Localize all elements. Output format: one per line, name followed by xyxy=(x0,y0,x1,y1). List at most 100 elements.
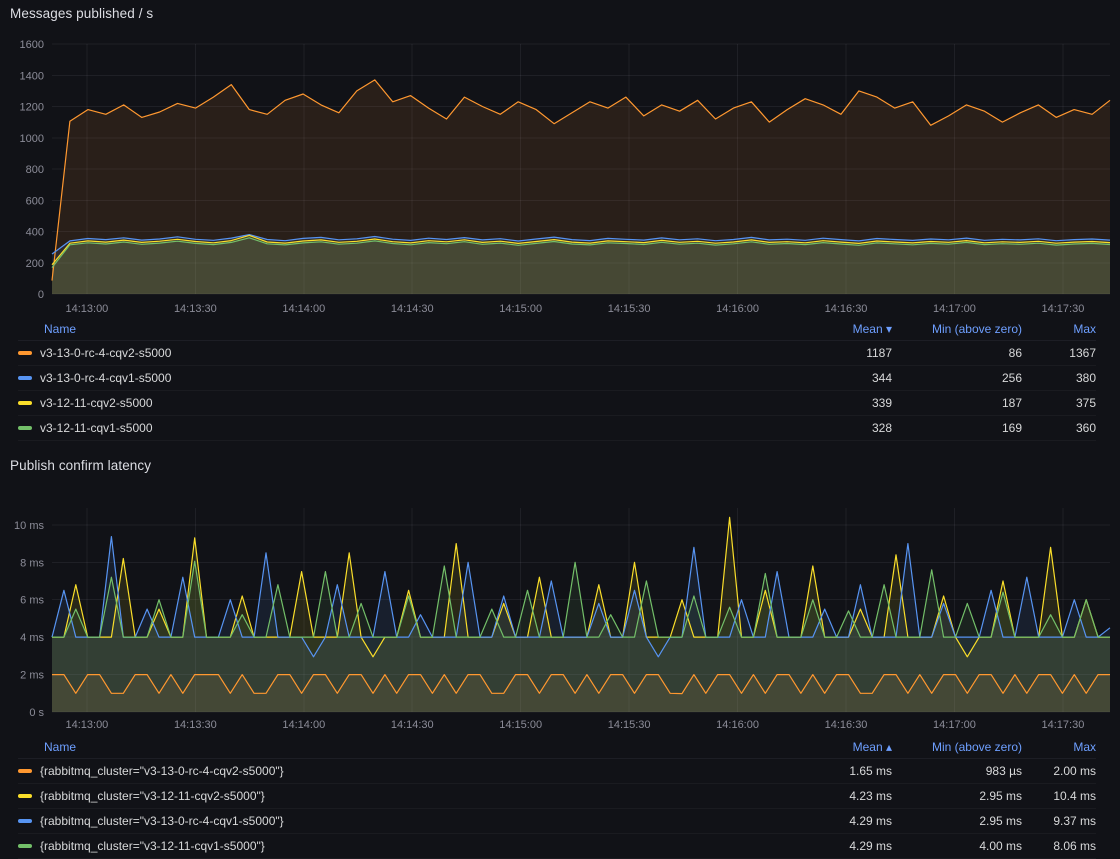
series-max: 380 xyxy=(1022,371,1096,385)
x-tick-label: 14:15:30 xyxy=(608,719,651,731)
y-tick-label: 1000 xyxy=(20,133,44,145)
legend-header-row: Name Mean ▴ Min (above zero) Max xyxy=(18,736,1096,759)
series-area xyxy=(52,238,1110,294)
y-tick-label: 4 ms xyxy=(20,632,44,644)
series-name[interactable]: v3-12-11-cqv1-s5000 xyxy=(40,421,153,435)
series-min: 2.95 ms xyxy=(892,814,1022,828)
x-tick-label: 14:16:30 xyxy=(825,719,868,731)
series-name[interactable]: v3-12-11-cqv2-s5000 xyxy=(40,396,153,410)
y-tick-label: 600 xyxy=(26,195,44,207)
legend-header-name[interactable]: Name xyxy=(18,322,772,336)
series-max: 2.00 ms xyxy=(1022,764,1096,778)
series-mean: 328 xyxy=(772,421,892,435)
x-tick-label: 14:17:30 xyxy=(1042,719,1085,731)
series-color-marker xyxy=(18,351,32,355)
series-mean: 4.23 ms xyxy=(772,789,892,803)
series-name[interactable]: {rabbitmq_cluster="v3-12-11-cqv2-s5000"} xyxy=(40,789,265,803)
legend-header-mean[interactable]: Mean ▴ xyxy=(772,740,892,754)
series-max: 1367 xyxy=(1022,346,1096,360)
y-tick-label: 1600 xyxy=(20,39,44,51)
legend-header-name[interactable]: Name xyxy=(18,740,772,754)
y-tick-label: 2 ms xyxy=(20,670,44,682)
series-name[interactable]: v3-13-0-rc-4-cqv2-s5000 xyxy=(40,346,171,360)
series-max: 9.37 ms xyxy=(1022,814,1096,828)
y-tick-label: 0 s xyxy=(29,707,44,719)
legend-header-max[interactable]: Max xyxy=(1022,740,1096,754)
publish-confirm-latency-chart[interactable]: 0 s 2 ms 4 ms 6 ms 8 ms 10 ms 14:13:00 14:13:30… xyxy=(0,500,1120,736)
x-tick-label: 14:13:00 xyxy=(65,303,108,315)
x-tick-label: 14:13:00 xyxy=(65,719,108,731)
x-tick-label: 14:15:00 xyxy=(499,303,542,315)
legend-header-row: Name Mean ▾ Min (above zero) Max xyxy=(18,318,1096,341)
x-tick-label: 14:16:00 xyxy=(716,303,759,315)
series-mean: 344 xyxy=(772,371,892,385)
series-min: 983 µs xyxy=(892,764,1022,778)
legend-row: {rabbitmq_cluster="v3-12-11-cqv2-s5000"}… xyxy=(18,784,1096,809)
y-tick-label: 1200 xyxy=(20,102,44,114)
x-tick-label: 14:16:30 xyxy=(825,303,868,315)
x-tick-label: 14:13:30 xyxy=(174,719,217,731)
legend-row: v3-12-11-cqv2-s5000 339 187 375 xyxy=(18,391,1096,416)
series-color-marker xyxy=(18,426,32,430)
series-mean: 4.29 ms xyxy=(772,814,892,828)
panel-title-messages-published[interactable]: Messages published / s xyxy=(10,6,153,21)
series-min: 256 xyxy=(892,371,1022,385)
legend-header-mean[interactable]: Mean ▾ xyxy=(772,322,892,336)
series-name[interactable]: v3-13-0-rc-4-cqv1-s5000 xyxy=(40,371,171,385)
series-color-marker xyxy=(18,819,32,823)
legend-messages-published: Name Mean ▾ Min (above zero) Max v3-13-0… xyxy=(0,318,1120,441)
series-max: 375 xyxy=(1022,396,1096,410)
y-tick-label: 8 ms xyxy=(20,557,44,569)
series-min: 2.95 ms xyxy=(892,789,1022,803)
series-mean: 1.65 ms xyxy=(772,764,892,778)
x-tick-label: 14:15:30 xyxy=(608,303,651,315)
panel-messages-published: Messages published / s 0 200 400 600 800 1000… xyxy=(0,0,1120,445)
legend-row: {rabbitmq_cluster="v3-13-0-rc-4-cqv2-s50… xyxy=(18,759,1096,784)
panel-title-publish-confirm-latency[interactable]: Publish confirm latency xyxy=(10,458,151,473)
x-tick-label: 14:14:30 xyxy=(391,303,434,315)
messages-published-chart[interactable]: 0200400600800100012001400160014:13:0014:… xyxy=(0,26,1120,318)
series-min: 169 xyxy=(892,421,1022,435)
x-tick-label: 14:15:00 xyxy=(499,719,542,731)
y-tick-label: 400 xyxy=(26,227,44,239)
x-tick-label: 14:14:00 xyxy=(282,719,325,731)
panel-publish-confirm-latency: Publish confirm latency 0 s 2 ms 4 ms 6 ms 8… xyxy=(0,448,1120,857)
y-tick-label: 0 xyxy=(38,289,44,301)
legend-row: v3-12-11-cqv1-s5000 328 169 360 xyxy=(18,416,1096,441)
y-tick-label: 200 xyxy=(26,258,44,270)
series-color-marker xyxy=(18,376,32,380)
x-tick-label: 14:17:30 xyxy=(1042,303,1085,315)
x-tick-label: 14:14:30 xyxy=(391,719,434,731)
x-tick-label: 14:14:00 xyxy=(282,303,325,315)
series-min: 4.00 ms xyxy=(892,839,1022,853)
series-mean: 4.29 ms xyxy=(772,839,892,853)
series-max: 8.06 ms xyxy=(1022,839,1096,853)
x-tick-label: 14:17:00 xyxy=(933,303,976,315)
y-tick-label: 6 ms xyxy=(20,595,44,607)
legend-header-max[interactable]: Max xyxy=(1022,322,1096,336)
legend-header-min[interactable]: Min (above zero) xyxy=(892,740,1022,754)
series-mean: 339 xyxy=(772,396,892,410)
x-tick-label: 14:13:30 xyxy=(174,303,217,315)
series-color-marker xyxy=(18,794,32,798)
series-name[interactable]: {rabbitmq_cluster="v3-12-11-cqv1-s5000"} xyxy=(40,839,265,853)
y-tick-label: 10 ms xyxy=(14,520,44,532)
series-min: 86 xyxy=(892,346,1022,360)
legend-header-min[interactable]: Min (above zero) xyxy=(892,322,1022,336)
x-tick-label: 14:16:00 xyxy=(716,719,759,731)
series-mean: 1187 xyxy=(772,346,892,360)
series-name[interactable]: {rabbitmq_cluster="v3-13-0-rc-4-cqv1-s50… xyxy=(40,814,284,828)
series-max: 360 xyxy=(1022,421,1096,435)
series-name[interactable]: {rabbitmq_cluster="v3-13-0-rc-4-cqv2-s50… xyxy=(40,764,284,778)
series-max: 10.4 ms xyxy=(1022,789,1096,803)
series-color-marker xyxy=(18,769,32,773)
legend-row: {rabbitmq_cluster="v3-12-11-cqv1-s5000"}… xyxy=(18,834,1096,859)
series-color-marker xyxy=(18,844,32,848)
legend-row: v3-13-0-rc-4-cqv1-s5000 344 256 380 xyxy=(18,366,1096,391)
legend-row: {rabbitmq_cluster="v3-13-0-rc-4-cqv1-s50… xyxy=(18,809,1096,834)
x-tick-label: 14:17:00 xyxy=(933,719,976,731)
legend-row: v3-13-0-rc-4-cqv2-s5000 1187 86 1367 xyxy=(18,341,1096,366)
y-tick-label: 800 xyxy=(26,164,44,176)
series-min: 187 xyxy=(892,396,1022,410)
legend-publish-confirm-latency: Name Mean ▴ Min (above zero) Max {rabbit… xyxy=(0,736,1120,859)
